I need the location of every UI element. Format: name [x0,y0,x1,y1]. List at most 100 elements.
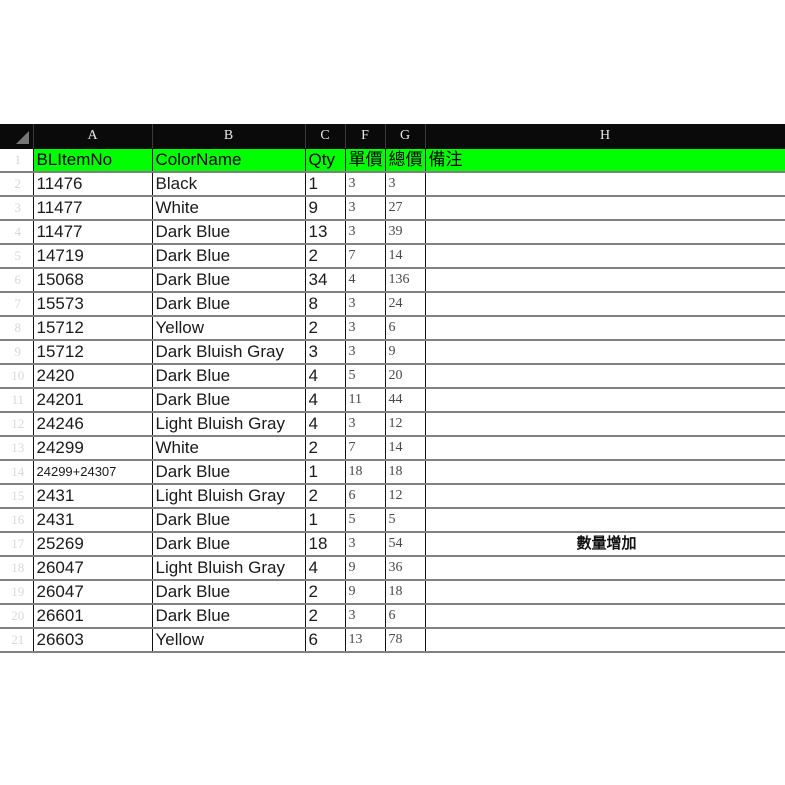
cell-F[interactable]: 5 [345,508,386,533]
cell-H[interactable] [425,436,785,461]
cell-C[interactable]: 2 [305,484,346,509]
cell-C[interactable]: Qty [305,148,346,173]
cell-B[interactable]: White [152,436,306,461]
cell-A[interactable]: 15712 [33,316,153,341]
cell-C[interactable]: 4 [305,388,346,413]
cell-H[interactable] [425,292,785,317]
cell-H[interactable] [425,628,785,653]
select-all-corner[interactable] [0,124,34,149]
cell-A[interactable]: 15573 [33,292,153,317]
cell-G[interactable]: 18 [385,580,426,605]
column-header-h[interactable]: H [425,124,785,149]
column-header-b[interactable]: B [152,124,306,149]
cell-C[interactable]: 18 [305,532,346,557]
cell-C[interactable]: 1 [305,508,346,533]
cell-A[interactable]: 11477 [33,196,153,221]
row-number[interactable]: 6 [0,268,34,293]
cell-B[interactable]: Light Bluish Gray [152,556,306,581]
cell-B[interactable]: Yellow [152,628,306,653]
cell-B[interactable]: Dark Blue [152,532,306,557]
cell-G[interactable]: 78 [385,628,426,653]
cell-C[interactable]: 8 [305,292,346,317]
cell-H[interactable] [425,220,785,245]
cell-H[interactable]: 數量增加 [425,532,785,557]
cell-F[interactable]: 3 [345,316,386,341]
cell-B[interactable]: Dark Bluish Gray [152,340,306,365]
cell-H[interactable] [425,580,785,605]
cell-C[interactable]: 2 [305,436,346,461]
row-number[interactable]: 9 [0,340,34,365]
cell-A[interactable]: 24201 [33,388,153,413]
row-number[interactable]: 10 [0,364,34,389]
cell-H[interactable] [425,556,785,581]
cell-G[interactable]: 12 [385,484,426,509]
cell-G[interactable]: 5 [385,508,426,533]
cell-A[interactable]: 26047 [33,556,153,581]
cell-A[interactable]: 2431 [33,484,153,509]
row-number[interactable]: 5 [0,244,34,269]
cell-B[interactable]: Dark Blue [152,220,306,245]
cell-H[interactable] [425,340,785,365]
row-number[interactable]: 13 [0,436,34,461]
cell-C[interactable]: 4 [305,556,346,581]
cell-B[interactable]: Dark Blue [152,580,306,605]
cell-G[interactable]: 6 [385,604,426,629]
cell-B[interactable]: Dark Blue [152,388,306,413]
cell-F[interactable]: 3 [345,532,386,557]
cell-F[interactable]: 13 [345,628,386,653]
cell-G[interactable]: 12 [385,412,426,437]
cell-H[interactable] [425,460,785,485]
row-number[interactable]: 4 [0,220,34,245]
cell-F[interactable]: 3 [345,412,386,437]
row-number[interactable]: 14 [0,460,34,485]
cell-G[interactable]: 14 [385,244,426,269]
cell-C[interactable]: 9 [305,196,346,221]
cell-F[interactable]: 11 [345,388,386,413]
cell-A[interactable]: 2420 [33,364,153,389]
cell-A[interactable]: 11477 [33,220,153,245]
cell-G[interactable]: 54 [385,532,426,557]
cell-A[interactable]: 24246 [33,412,153,437]
row-number[interactable]: 11 [0,388,34,413]
cell-G[interactable]: 36 [385,556,426,581]
cell-F[interactable]: 單價 [345,148,386,173]
cell-G[interactable]: 9 [385,340,426,365]
cell-H[interactable] [425,316,785,341]
cell-H[interactable] [425,484,785,509]
cell-H[interactable] [425,508,785,533]
column-header-c[interactable]: C [305,124,346,149]
cell-C[interactable]: 2 [305,244,346,269]
cell-C[interactable]: 6 [305,628,346,653]
column-header-f[interactable]: F [345,124,386,149]
row-number[interactable]: 3 [0,196,34,221]
cell-C[interactable]: 2 [305,604,346,629]
cell-B[interactable]: Dark Blue [152,460,306,485]
cell-A[interactable]: 11476 [33,172,153,197]
cell-H[interactable] [425,388,785,413]
cell-H[interactable] [425,412,785,437]
row-number[interactable]: 18 [0,556,34,581]
cell-G[interactable]: 24 [385,292,426,317]
cell-C[interactable]: 1 [305,460,346,485]
cell-G[interactable]: 14 [385,436,426,461]
cell-A[interactable]: 26601 [33,604,153,629]
cell-B[interactable]: Black [152,172,306,197]
cell-F[interactable]: 3 [345,220,386,245]
cell-C[interactable]: 13 [305,220,346,245]
cell-H[interactable] [425,196,785,221]
cell-H[interactable] [425,172,785,197]
cell-H[interactable] [425,364,785,389]
row-number[interactable]: 20 [0,604,34,629]
cell-G[interactable]: 20 [385,364,426,389]
cell-C[interactable]: 3 [305,340,346,365]
cell-A[interactable]: 15068 [33,268,153,293]
cell-F[interactable]: 5 [345,364,386,389]
cell-A[interactable]: 24299 [33,436,153,461]
cell-G[interactable]: 39 [385,220,426,245]
row-number[interactable]: 17 [0,532,34,557]
cell-A[interactable]: 15712 [33,340,153,365]
row-number[interactable]: 12 [0,412,34,437]
cell-C[interactable]: 1 [305,172,346,197]
cell-B[interactable]: Yellow [152,316,306,341]
column-header-a[interactable]: A [33,124,153,149]
